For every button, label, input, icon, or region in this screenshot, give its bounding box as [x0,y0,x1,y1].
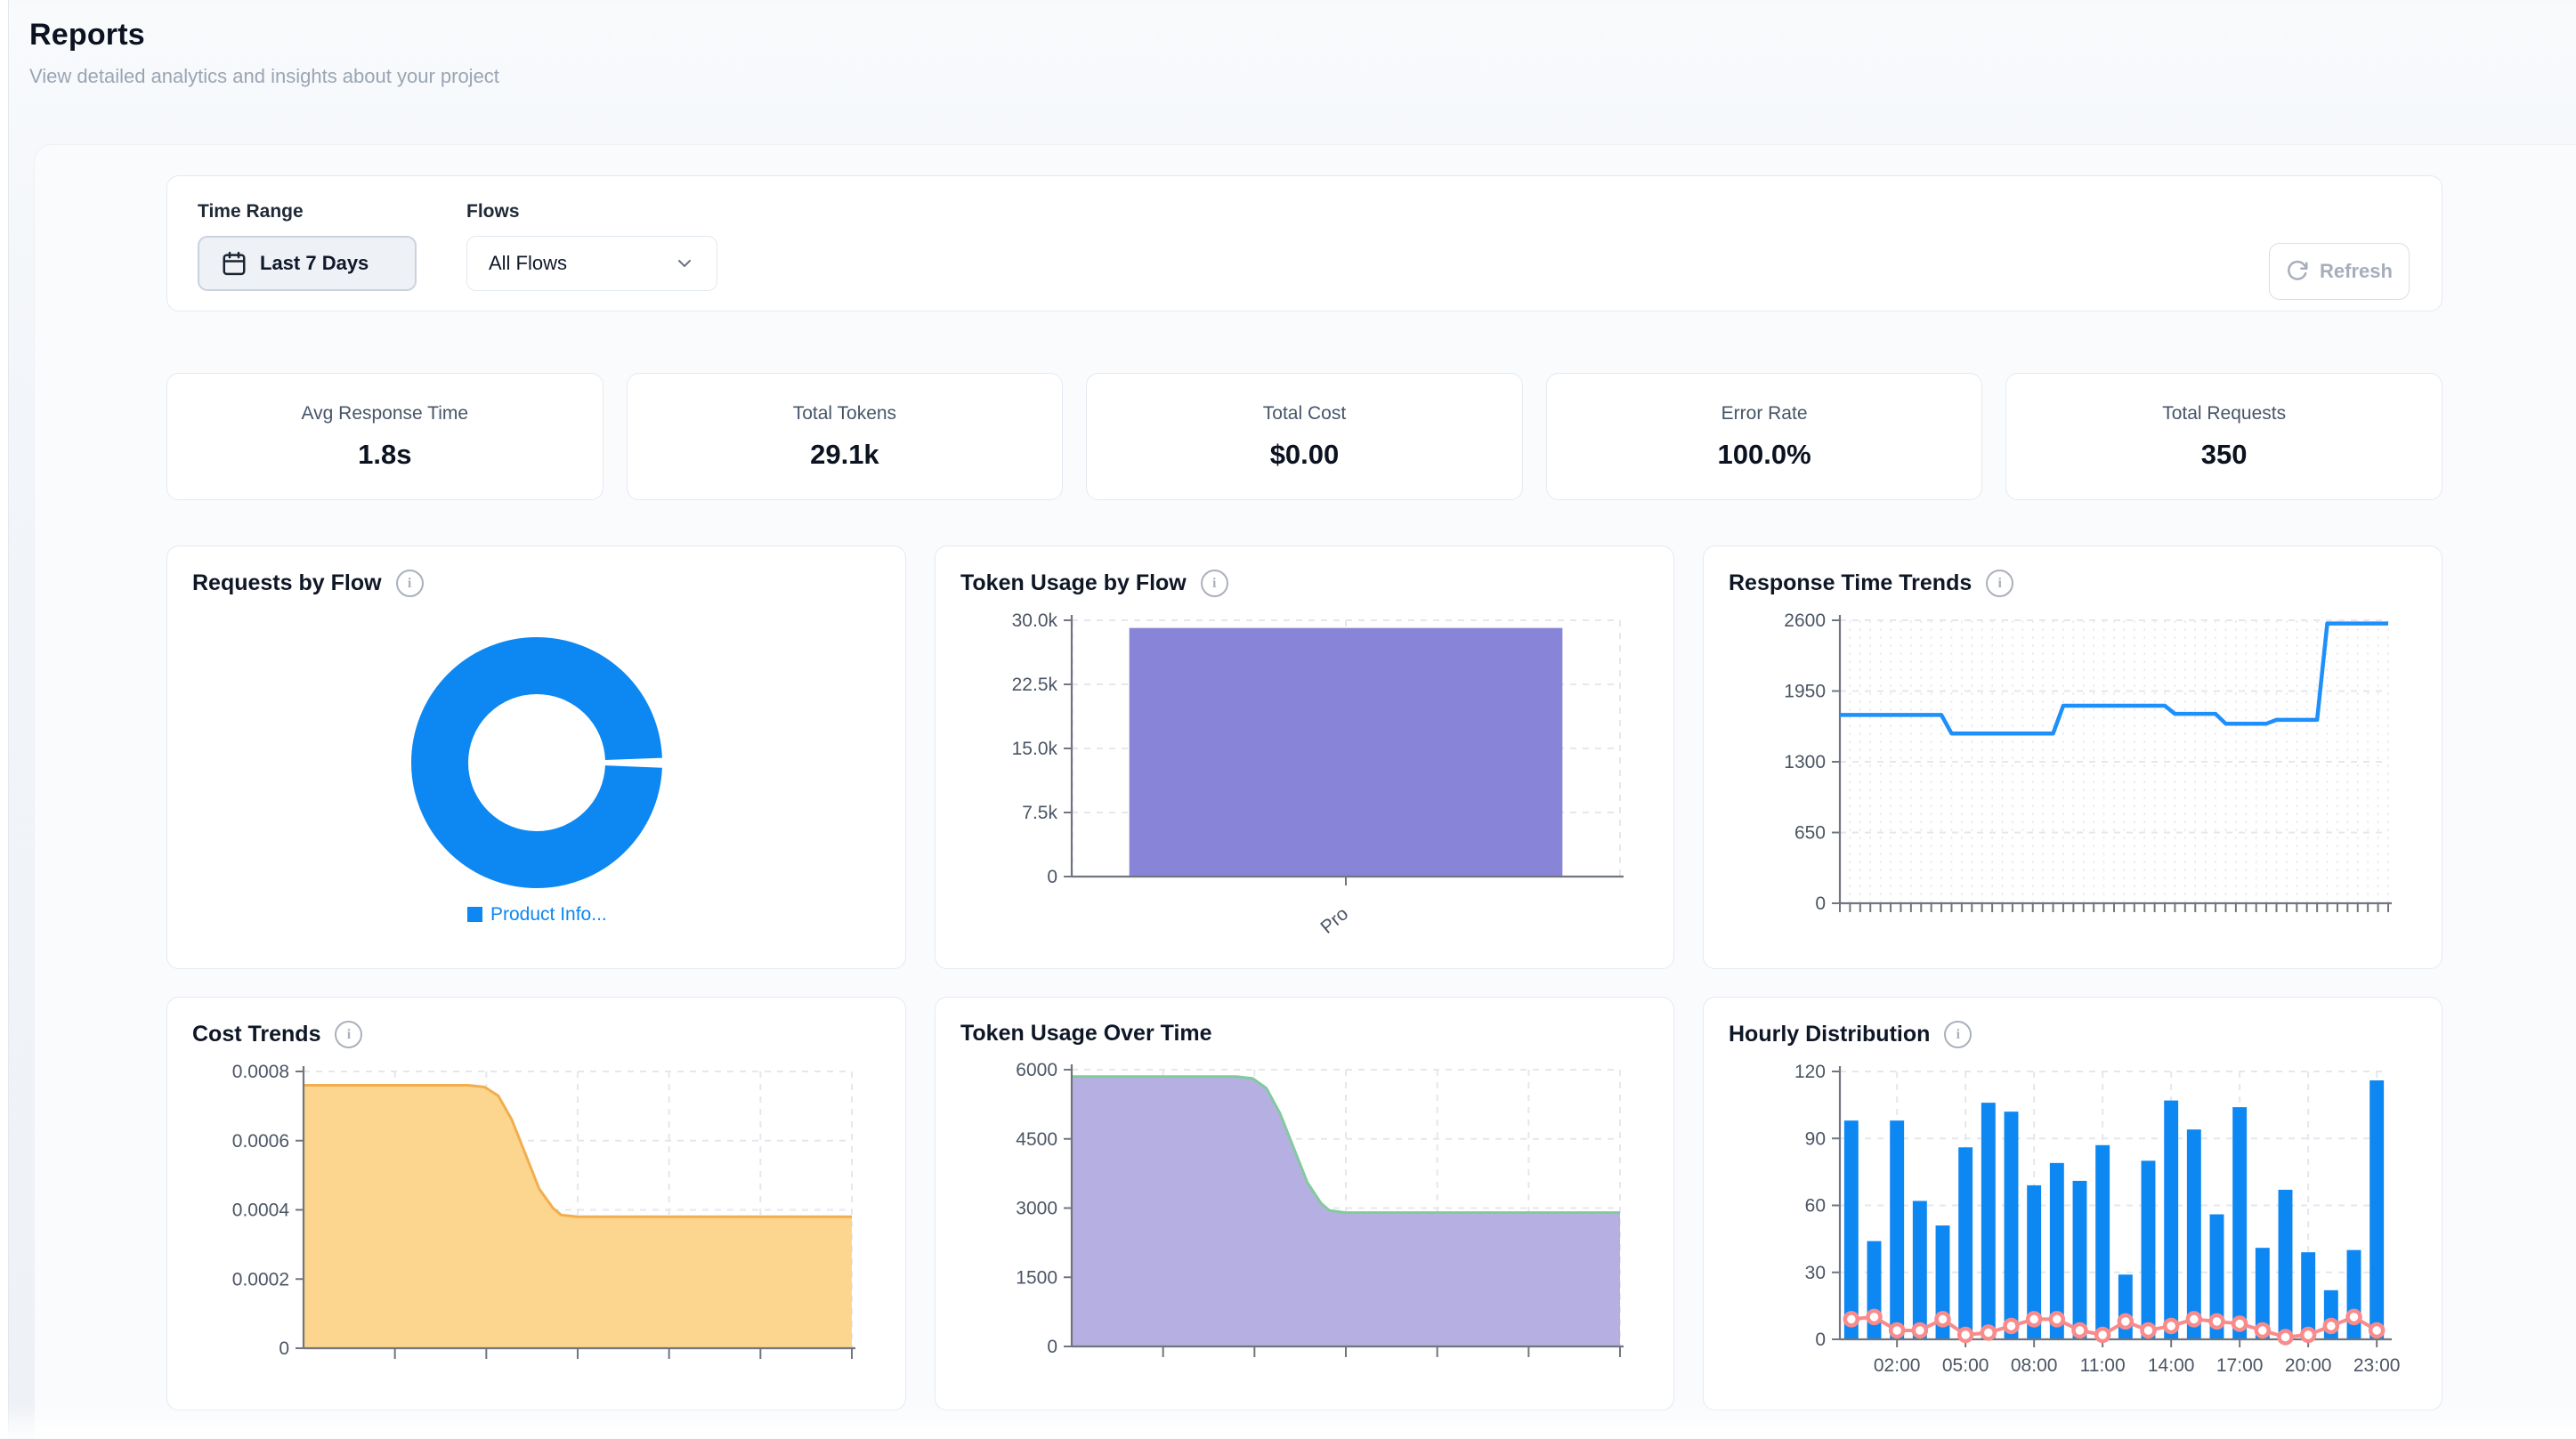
time-range-group: Time Range Last 7 Days [198,201,417,291]
stat-card-avg-response-time: Avg Response Time 1.8s [166,373,603,500]
svg-text:1950: 1950 [1784,682,1826,702]
svg-text:14:00: 14:00 [2147,1355,2194,1376]
svg-text:20:00: 20:00 [2284,1355,2331,1376]
svg-text:0: 0 [1047,867,1057,887]
svg-text:6000: 6000 [1016,1060,1057,1080]
svg-text:7.5k: 7.5k [1022,803,1057,823]
stat-card-error-rate: Error Rate 100.0% [1546,373,1983,500]
hourly-distribution-card: Hourly Distribution i 0 30 60 90 120 02:00 05:… [1703,997,2442,1411]
left-edge-sliver [0,0,9,1438]
chart-title: Hourly Distribution [1729,1022,1930,1047]
token-usage-over-time-card: Token Usage Over Time 0 1500 3000 4500 6000 [935,997,1674,1411]
stat-label: Error Rate [1721,403,1808,424]
svg-text:05:00: 05:00 [1941,1355,1989,1376]
time-range-button[interactable]: Last 7 Days [198,236,417,291]
svg-text:0: 0 [1047,1337,1057,1357]
svg-text:0.0004: 0.0004 [231,1201,289,1221]
flows-select[interactable]: All Flows [466,236,717,291]
svg-text:2600: 2600 [1784,610,1826,631]
cost-trends-area-chart: 0 0.0002 0.0004 0.0006 0.0008 [190,1057,884,1391]
svg-text:3000: 3000 [1016,1199,1057,1219]
stat-label: Total Tokens [793,403,896,424]
refresh-button[interactable]: Refresh [2269,243,2410,300]
flows-label: Flows [466,201,717,222]
chart-title: Response Time Trends [1729,570,1972,596]
svg-text:22.5k: 22.5k [1011,675,1057,695]
stats-row: Avg Response Time 1.8s Total Tokens 29.1… [166,373,2442,500]
hourly-distribution-composed-chart: 0 30 60 90 120 02:00 05:00 08:00 11:00 14:00 17:00… [1726,1057,2420,1391]
svg-text:0.0002: 0.0002 [231,1269,288,1289]
info-icon[interactable]: i [1201,570,1228,597]
chart-row-2: Cost Trends i 00.00020.00040.00060.0008 … [166,997,2442,1411]
svg-text:1500: 1500 [1016,1267,1057,1288]
time-range-value: Last 7 Days [260,252,369,275]
chart-title: Cost Trends [192,1022,320,1047]
cost-trends-card: Cost Trends i 0 0.0002 0.0004 0.0006 0.0008 [166,997,906,1411]
page-subtitle: View detailed analytics and insights abo… [29,65,499,88]
stat-label: Avg Response Time [302,403,469,424]
refresh-icon [2286,260,2309,283]
svg-text:Pro: Pro [1316,903,1352,938]
calendar-icon [221,250,247,277]
chevron-down-icon [674,253,695,274]
time-range-label: Time Range [198,201,417,222]
stat-value: 1.8s [358,439,411,471]
info-icon[interactable]: i [396,570,424,597]
response-time-trends-line-chart: 0 650 1300 1950 2600 [1726,606,2420,953]
svg-text:0.0006: 0.0006 [231,1131,288,1152]
svg-text:120: 120 [1794,1062,1825,1082]
svg-text:0: 0 [1815,893,1826,914]
filter-bar: Time Range Last 7 Days Flows All Flows [166,175,2442,311]
svg-text:1300: 1300 [1784,752,1826,772]
svg-text:23:00: 23:00 [2353,1355,2400,1376]
chart-title: Requests by Flow [192,570,382,596]
info-icon[interactable]: i [1986,570,2013,597]
svg-text:30: 30 [1804,1263,1825,1283]
stat-label: Total Requests [2162,403,2286,424]
stat-card-total-cost: Total Cost $0.00 [1086,373,1523,500]
flows-value: All Flows [489,252,567,275]
refresh-label: Refresh [2320,260,2393,283]
svg-text:08:00: 08:00 [2010,1355,2057,1376]
svg-text:0.0008: 0.0008 [231,1062,288,1082]
flows-group: Flows All Flows [466,201,717,291]
response-time-trends-card: Response Time Trends i 0 650 1300 1950 2600 [1703,546,2442,969]
stat-card-total-tokens: Total Tokens 29.1k [627,373,1064,500]
page-header: Reports View detailed analytics and insi… [29,18,499,88]
info-icon[interactable]: i [335,1021,362,1048]
requests-by-flow-card: Requests by Flow i Product Info... [166,546,906,969]
stat-value: $0.00 [1270,439,1340,471]
chart-title: Token Usage Over Time [960,1021,1212,1047]
stat-label: Total Cost [1263,403,1346,424]
stat-card-total-requests: Total Requests 350 [2005,373,2442,500]
info-icon[interactable]: i [1944,1021,1972,1048]
svg-text:650: 650 [1794,823,1825,844]
chart-title: Token Usage by Flow [960,570,1187,596]
svg-text:4500: 4500 [1016,1129,1057,1150]
svg-text:15.0k: 15.0k [1011,739,1057,759]
token-usage-over-time-area-chart: 0 1500 3000 4500 6000 [958,1055,1652,1389]
svg-text:0: 0 [279,1338,289,1359]
svg-text:Product Info...: Product Info... [490,904,607,925]
svg-text:30.0k: 30.0k [1011,610,1057,631]
requests-by-flow-donut-chart: Product Info... [190,606,884,953]
svg-text:60: 60 [1804,1196,1825,1217]
stat-value: 350 [2201,439,2248,471]
chart-row-1: Requests by Flow i Product Info... Token… [166,546,2442,969]
svg-text:17:00: 17:00 [2216,1355,2263,1376]
page-title: Reports [29,18,499,53]
token-usage-by-flow-bar-chart: 0 7.5k 15.0k 22.5k 30.0k Pro [958,606,1652,953]
stat-value: 100.0% [1718,439,1811,471]
stat-value: 29.1k [810,439,879,471]
svg-text:90: 90 [1804,1128,1825,1149]
svg-text:11:00: 11:00 [2079,1355,2125,1376]
donut-legend[interactable]: Product Info... [467,904,607,925]
svg-text:02:00: 02:00 [1873,1355,1920,1376]
svg-text:0: 0 [1815,1330,1826,1350]
token-usage-by-flow-card: Token Usage by Flow i 0 7.5k 15.0k 22.5k 30.… [935,546,1674,969]
